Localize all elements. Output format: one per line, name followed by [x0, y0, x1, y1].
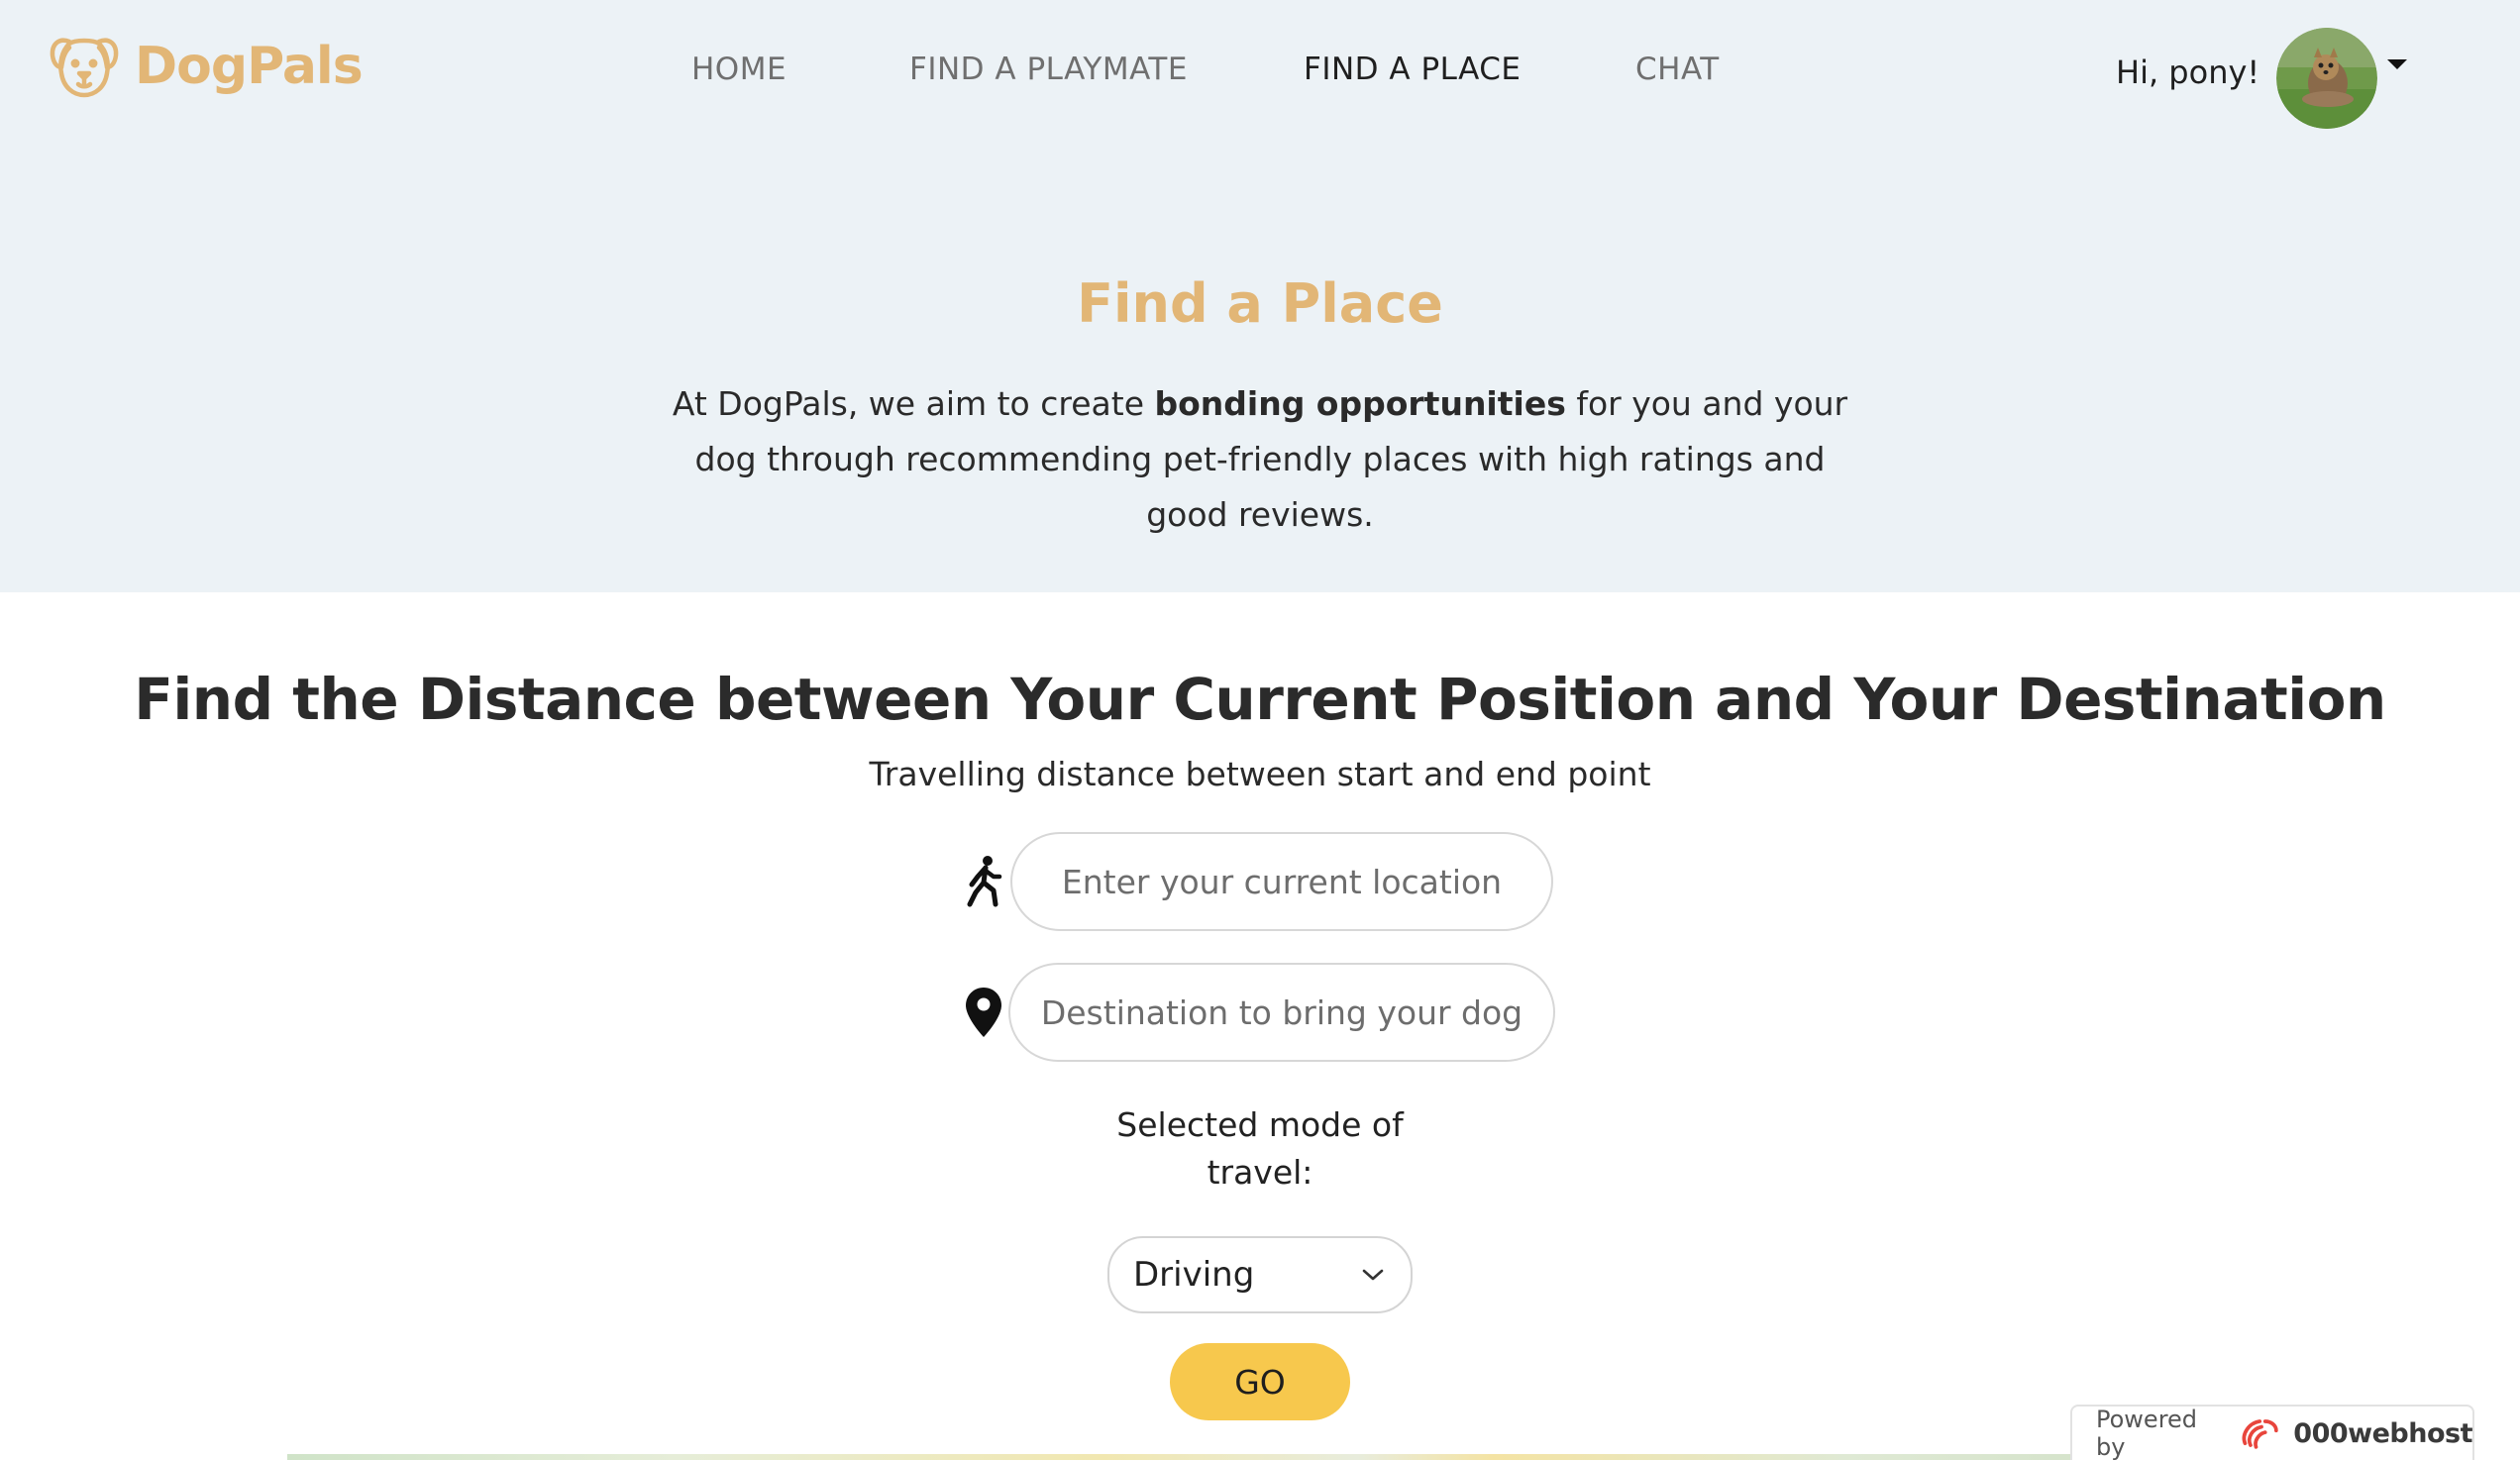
travel-mode-value: Driving: [1133, 1255, 1255, 1295]
powered-by-badge[interactable]: Powered by 000webhost: [2070, 1405, 2474, 1461]
user-menu-toggle[interactable]: [2276, 28, 2407, 129]
hero-desc-bold: bonding opportunities: [1154, 384, 1566, 423]
distance-subtitle: Travelling distance between start and en…: [869, 755, 1651, 793]
nav-chat[interactable]: CHAT: [1635, 52, 1720, 87]
map-pin-icon: [957, 981, 1010, 1044]
map-preview[interactable]: [287, 1454, 2233, 1460]
nav-find-a-place[interactable]: FIND A PLACE: [1304, 52, 1522, 87]
hero-description: At DogPals, we aim to create bonding opp…: [666, 376, 1854, 543]
page-title: Find a Place: [1077, 272, 1443, 335]
destination-row: [957, 963, 1555, 1062]
webhost-name: 000webhost: [2293, 1417, 2472, 1449]
hero-desc-prefix: At DogPals, we aim to create: [672, 384, 1155, 423]
nav-find-a-playmate[interactable]: FIND A PLAYMATE: [909, 52, 1188, 87]
caret-down-icon: [2387, 59, 2407, 69]
destination-input[interactable]: [1008, 963, 1555, 1062]
walking-person-icon: [957, 850, 1010, 913]
start-location-row: [957, 832, 1553, 931]
user-greeting: Hi, pony!: [2116, 53, 2260, 91]
travel-mode-label: Selected mode of travel:: [1116, 1105, 1404, 1192]
distance-title: Find the Distance between Your Current P…: [134, 666, 2386, 733]
webhost-logo-icon: [2242, 1419, 2278, 1449]
travel-mode-select[interactable]: Driving: [1107, 1236, 1413, 1313]
nav-home[interactable]: HOME: [691, 52, 787, 87]
go-button[interactable]: GO: [1170, 1343, 1350, 1420]
powered-by-text: Powered by: [2096, 1406, 2198, 1461]
dog-avatar: [2276, 28, 2377, 129]
current-location-input[interactable]: [1010, 832, 1553, 931]
chevron-down-icon: [1362, 1269, 1384, 1281]
